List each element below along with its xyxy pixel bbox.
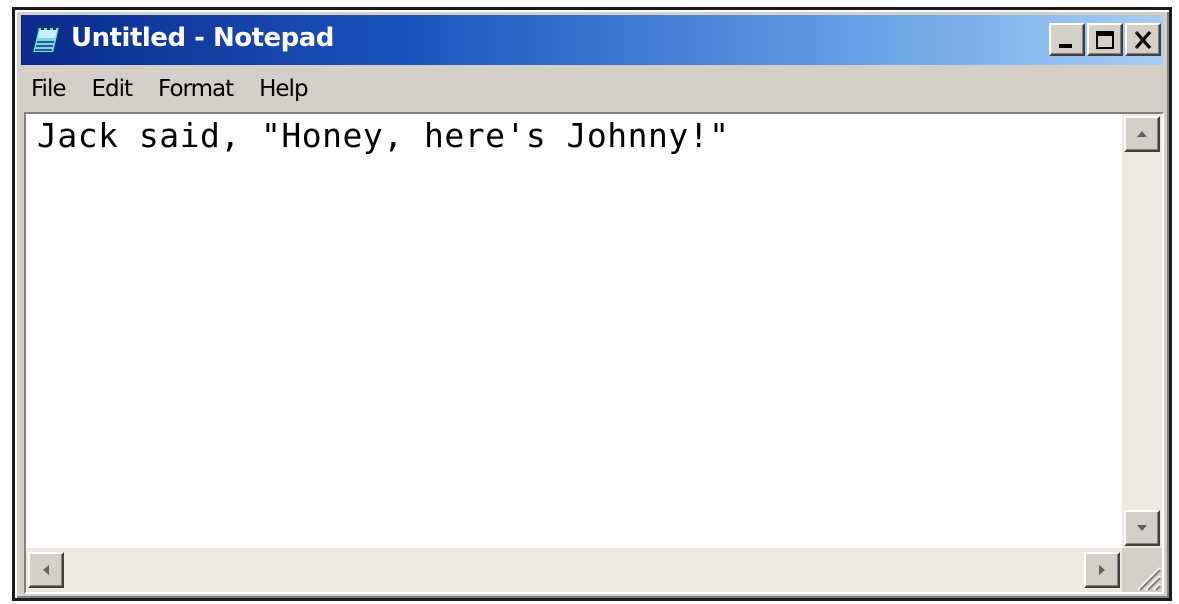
scroll-left-button[interactable] bbox=[28, 552, 64, 588]
window-title: Untitled - Notepad bbox=[71, 23, 334, 53]
notepad-icon bbox=[30, 25, 62, 54]
menu-format[interactable]: Format bbox=[145, 76, 246, 102]
notepad-window: Untitled - Notepad File Edit Format Help bbox=[12, 7, 1172, 601]
scroll-right-button[interactable] bbox=[1084, 552, 1120, 588]
close-icon bbox=[1134, 30, 1152, 49]
arrow-left-icon bbox=[43, 565, 49, 575]
arrow-down-icon bbox=[1137, 525, 1147, 531]
title-bar[interactable]: Untitled - Notepad bbox=[21, 15, 1163, 65]
horizontal-scrollbar[interactable] bbox=[26, 548, 1122, 592]
editor-frame: Jack said, "Honey, here's Johnny!" bbox=[24, 112, 1164, 594]
text-editor[interactable]: Jack said, "Honey, here's Johnny!" bbox=[26, 114, 1122, 548]
document-text: Jack said, "Honey, here's Johnny!" bbox=[37, 116, 730, 155]
maximize-icon bbox=[1096, 30, 1114, 49]
menu-edit[interactable]: Edit bbox=[79, 76, 146, 102]
resize-grip-icon[interactable] bbox=[1132, 562, 1162, 592]
maximize-button[interactable] bbox=[1087, 23, 1123, 56]
minimize-button[interactable] bbox=[1049, 23, 1085, 56]
arrow-up-icon bbox=[1137, 131, 1147, 137]
arrow-right-icon bbox=[1099, 565, 1105, 575]
minimize-icon bbox=[1059, 43, 1072, 48]
menu-file[interactable]: File bbox=[21, 76, 79, 102]
scroll-down-button[interactable] bbox=[1124, 510, 1160, 546]
menu-bar: File Edit Format Help bbox=[21, 68, 1163, 110]
scroll-up-button[interactable] bbox=[1124, 116, 1160, 152]
scrollbar-corner bbox=[1122, 548, 1162, 592]
menu-help[interactable]: Help bbox=[246, 76, 320, 102]
vertical-scrollbar[interactable] bbox=[1122, 114, 1162, 548]
close-button[interactable] bbox=[1125, 23, 1161, 56]
